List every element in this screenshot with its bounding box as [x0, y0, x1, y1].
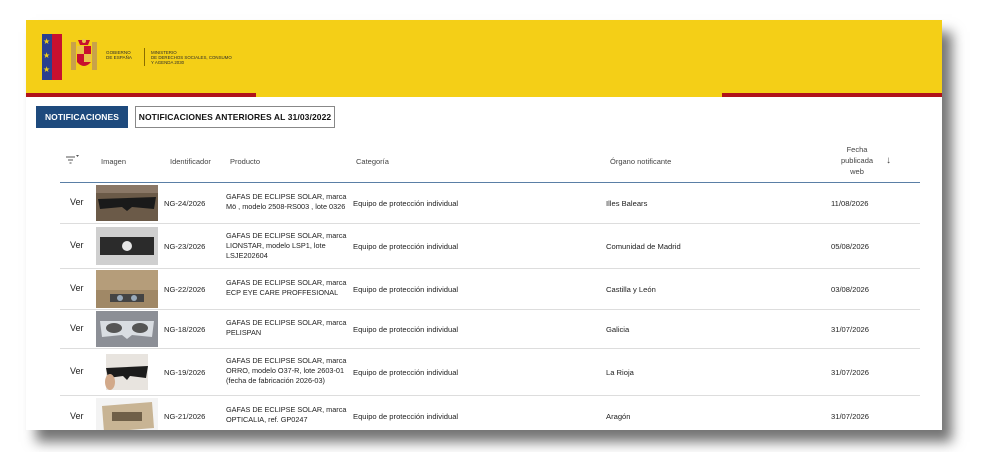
product-thumbnail[interactable]: [96, 352, 158, 392]
notification-id: NG-23/2026: [164, 242, 206, 251]
notifying-organ: Comunidad de Madrid: [606, 242, 681, 251]
column-header-category[interactable]: Categoría: [356, 157, 389, 166]
coat-of-arms-icon: [71, 39, 97, 70]
tab-notificaciones-anteriores[interactable]: NOTIFICACIONES ANTERIORES AL 31/03/2022: [135, 106, 335, 128]
category: Equipo de protección individual: [353, 242, 459, 251]
ministry-label: MINISTERIO DE DERECHOS SOCIALES, CONSUMO…: [151, 50, 232, 65]
product-name: GAFAS DE ECLIPSE SOLAR, marca ORRO, mode…: [226, 356, 347, 385]
tab-notificaciones[interactable]: NOTIFICACIONES: [36, 106, 128, 128]
table-row: Ver NG-19/2026 GAFAS DE ECLIPSE SOLAR, m…: [60, 349, 920, 396]
column-header-image: Imagen: [101, 157, 127, 166]
product-thumbnail[interactable]: [96, 227, 158, 265]
government-label: GOBIERNO DE ESPAÑA: [106, 50, 132, 60]
spain-flag-icon: ★ ★ ★: [42, 34, 62, 80]
main-card: ★ ★ ★ GOBIERNO DE ESPAÑA MINISTERIO DE D…: [26, 20, 942, 430]
view-link[interactable]: Ver: [70, 240, 84, 250]
product-name: GAFAS DE ECLIPSE SOLAR, marca PELISPAN: [226, 318, 347, 337]
view-link[interactable]: Ver: [70, 197, 84, 207]
government-header: ★ ★ ★ GOBIERNO DE ESPAÑA MINISTERIO DE D…: [26, 20, 942, 96]
product-thumbnail[interactable]: [96, 185, 158, 221]
product-name: GAFAS DE ECLIPSE SOLAR, marca LIONSTAR, …: [226, 231, 347, 260]
notifying-organ: Illes Balears: [606, 199, 648, 208]
sort-down-arrow-icon[interactable]: ↓: [886, 155, 891, 166]
notifications-table: Imagen Identificador Producto Categoría …: [60, 140, 920, 430]
table-row: Ver NG-22/2026 GAFAS DE ECLIPSE SOLAR, m…: [60, 269, 920, 310]
publish-date: 05/08/2026: [831, 242, 870, 251]
column-header-date[interactable]: Fecha publicada web: [832, 144, 882, 177]
notification-id: NG-21/2026: [164, 412, 206, 421]
publish-date: 03/08/2026: [831, 285, 870, 294]
publish-date: 31/07/2026: [831, 368, 870, 377]
category: Equipo de protección individual: [353, 285, 459, 294]
product-name: GAFAS DE ECLIPSE SOLAR, marca ECP EYE CA…: [226, 278, 347, 297]
column-header-id[interactable]: Identificador: [170, 157, 211, 166]
product-name: GAFAS DE ECLIPSE SOLAR, marca OPTICALIA,…: [226, 405, 347, 424]
table-header: Imagen Identificador Producto Categoría …: [60, 140, 920, 183]
notifying-organ: Aragón: [606, 412, 631, 421]
publish-date: 31/07/2026: [831, 325, 870, 334]
column-header-organ[interactable]: Órgano notificante: [610, 157, 671, 166]
category: Equipo de protección individual: [353, 368, 459, 377]
publish-date: 31/07/2026: [831, 412, 870, 421]
column-header-product[interactable]: Producto: [230, 157, 260, 166]
table-row: Ver NG-24/2026 GAFAS DE ECLIPSE SOLAR, m…: [60, 183, 920, 224]
view-link[interactable]: Ver: [70, 411, 84, 421]
product-name: GAFAS DE ECLIPSE SOLAR, marca Mö , model…: [226, 192, 347, 211]
header-divider: [144, 48, 145, 66]
product-thumbnail[interactable]: [96, 398, 158, 430]
table-row: Ver NG-23/2026 GAFAS DE ECLIPSE SOLAR, m…: [60, 224, 920, 269]
notifying-organ: La Rioja: [606, 368, 634, 377]
notifying-organ: Castilla y León: [606, 285, 656, 294]
notification-id: NG-22/2026: [164, 285, 206, 294]
filter-icon[interactable]: [65, 154, 79, 166]
product-thumbnail[interactable]: [96, 311, 158, 347]
notification-id: NG-19/2026: [164, 368, 206, 377]
view-link[interactable]: Ver: [70, 283, 84, 293]
category: Equipo de protección individual: [353, 199, 459, 208]
table-row: Ver NG-21/2026 GAFAS DE ECLIPSE SOLAR, m…: [60, 396, 920, 430]
notification-id: NG-18/2026: [164, 325, 206, 334]
view-link[interactable]: Ver: [70, 323, 84, 333]
view-link[interactable]: Ver: [70, 366, 84, 376]
product-thumbnail[interactable]: [96, 270, 158, 308]
category: Equipo de protección individual: [353, 412, 459, 421]
category: Equipo de protección individual: [353, 325, 459, 334]
notification-id: NG-24/2026: [164, 199, 206, 208]
table-row: Ver NG-18/2026 GAFAS DE ECLIPSE SOLAR, m…: [60, 310, 920, 349]
publish-date: 11/08/2026: [831, 199, 869, 208]
notifying-organ: Galicia: [606, 325, 630, 334]
header-yellow-stripe: [256, 93, 722, 97]
